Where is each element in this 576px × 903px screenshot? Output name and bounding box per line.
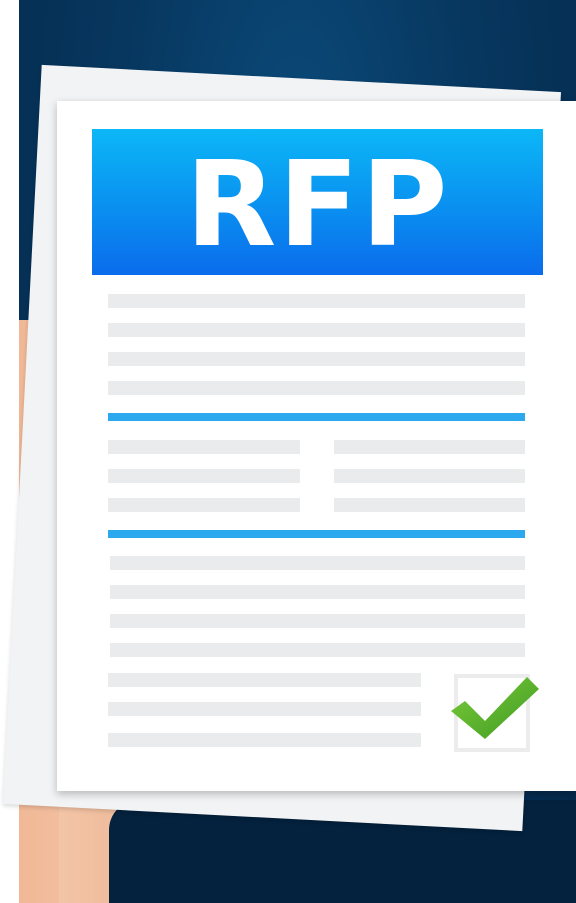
section-divider <box>108 530 525 538</box>
rfp-title: RFP <box>185 135 450 273</box>
rfp-illustration: RFP <box>0 0 576 903</box>
text-line <box>334 469 525 483</box>
text-line <box>108 381 525 395</box>
text-line <box>110 556 525 570</box>
text-line <box>108 352 525 366</box>
text-line <box>108 469 300 483</box>
text-line <box>110 614 525 628</box>
text-line <box>108 733 421 747</box>
check-icon <box>451 677 539 739</box>
text-line <box>110 585 525 599</box>
section-divider <box>108 413 525 421</box>
text-line <box>108 498 300 512</box>
text-line <box>108 440 300 454</box>
text-line <box>108 702 421 716</box>
text-line <box>108 294 525 308</box>
text-line <box>108 673 421 687</box>
rfp-header-banner: RFP <box>92 129 543 275</box>
text-line <box>110 643 525 657</box>
rfp-document: RFP <box>57 101 576 791</box>
text-line <box>334 498 525 512</box>
text-line <box>334 440 525 454</box>
text-line <box>108 323 525 337</box>
